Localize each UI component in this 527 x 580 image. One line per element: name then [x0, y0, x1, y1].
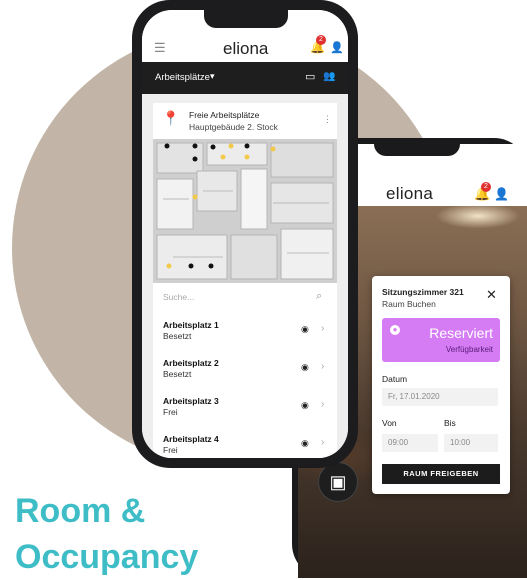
section-dropdown[interactable]: Arbeitsplätze: [155, 72, 210, 83]
chevron-down-icon[interactable]: ▾: [210, 71, 215, 82]
notification-badge: 2: [316, 35, 326, 45]
search-bar[interactable]: Suche... ⌕: [153, 283, 337, 312]
calendar-icon[interactable]: ▣: [318, 462, 358, 502]
notification-badge: 2: [481, 182, 491, 192]
section-toolbar: Arbeitsplätze ▾ ▭ 👥: [142, 62, 348, 94]
location-subtitle: Hauptgebäude 2. Stock: [189, 122, 278, 132]
target-icon[interactable]: ◉: [301, 362, 309, 373]
workspace-name: Arbeitsplatz 3: [163, 396, 219, 406]
location-title: Freie Arbeitsplätze: [189, 110, 260, 120]
reservation-status[interactable]: ● Reserviert Verfügbarkeit: [382, 318, 500, 362]
room-title: Sitzungszimmer 321: [382, 287, 464, 297]
phone-notch: [204, 10, 288, 28]
search-input[interactable]: Suche...: [163, 292, 194, 302]
user-icon[interactable]: 👤: [494, 187, 509, 201]
phone-workspaces-screen: ☰ eliona 🔔 2 👤 Arbeitsplätze ▾ ▭ 👥 📍 Fre…: [142, 10, 348, 458]
date-label: Datum: [382, 374, 408, 384]
workspace-status: Besetzt: [163, 369, 192, 379]
eliona-logo: eliona: [386, 184, 434, 203]
search-icon[interactable]: ⌕: [316, 290, 322, 303]
workspace-status: Frei: [163, 407, 178, 417]
date-field[interactable]: Fr, 17.01.2020: [382, 388, 498, 406]
chevron-right-icon[interactable]: ›: [321, 437, 324, 448]
user-icon[interactable]: 👤: [330, 41, 344, 54]
workspace-status: Besetzt: [163, 331, 192, 341]
workspace-name: Arbeitsplatz 4: [163, 434, 219, 444]
to-time-field[interactable]: 10:00: [444, 434, 498, 452]
workspace-name: Arbeitsplatz 2: [163, 358, 219, 368]
list-item[interactable]: Arbeitsplatz 4 Frei ◉ ›: [153, 425, 337, 458]
target-icon[interactable]: ◉: [301, 400, 309, 411]
room-subtitle: Raum Buchen: [382, 299, 436, 309]
headline-line-2: Occupancy: [15, 538, 199, 576]
room-booking-panel: Sitzungszimmer 321 Raum Buchen ✕ ● Reser…: [372, 276, 510, 494]
map-pin-icon: 📍: [162, 110, 180, 126]
phone-notch: [374, 138, 460, 156]
from-time-field[interactable]: 09:00: [382, 434, 438, 452]
headline: Room & Occupancy: [15, 488, 198, 580]
more-vertical-icon[interactable]: ⋮: [323, 114, 332, 125]
chevron-right-icon[interactable]: ›: [321, 399, 324, 410]
chevron-right-icon[interactable]: ›: [321, 323, 324, 334]
workspace-status: Frei: [163, 445, 178, 455]
list-item[interactable]: Arbeitsplatz 2 Besetzt ◉ ›: [153, 349, 337, 388]
to-label: Bis: [444, 418, 456, 428]
close-icon[interactable]: ✕: [486, 287, 497, 303]
workspace-name: Arbeitsplatz 1: [163, 320, 219, 330]
location-card[interactable]: 📍 Freie Arbeitsplätze Hauptgebäude 2. St…: [153, 103, 337, 140]
floor-plan-svg: [153, 139, 337, 283]
floor-plan-map[interactable]: [153, 139, 337, 283]
release-room-button[interactable]: RAUM FREIGEBEN: [382, 464, 500, 484]
headline-line-1: Room &: [15, 492, 146, 530]
list-item[interactable]: Arbeitsplatz 3 Frei ◉ ›: [153, 387, 337, 426]
status-label: Reserviert: [429, 325, 493, 341]
availability-link[interactable]: Verfügbarkeit: [446, 345, 493, 354]
eliona-logo: eliona: [223, 39, 269, 58]
people-icon[interactable]: 👥: [323, 71, 335, 82]
target-icon[interactable]: ◉: [301, 438, 309, 449]
chevron-right-icon[interactable]: ›: [321, 361, 324, 372]
phone-workspaces: ☰ eliona 🔔 2 👤 Arbeitsplätze ▾ ▭ 👥 📍 Fre…: [132, 0, 358, 468]
target-icon[interactable]: ◉: [301, 324, 309, 335]
hamburger-icon[interactable]: ☰: [154, 40, 166, 56]
from-label: Von: [382, 418, 397, 428]
calendar-icon[interactable]: ▭: [305, 70, 315, 83]
user-icon: ●: [390, 325, 400, 335]
list-item[interactable]: Arbeitsplatz 1 Besetzt ◉ ›: [153, 311, 337, 350]
